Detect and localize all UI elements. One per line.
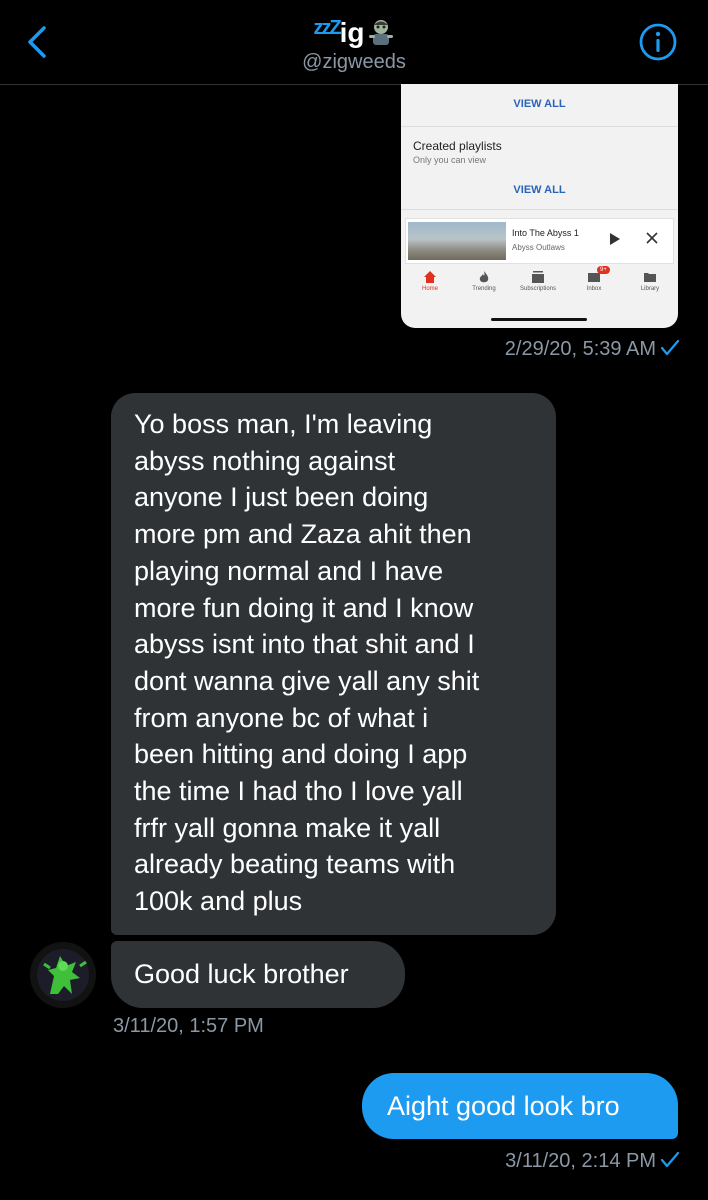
tab-label: Inbox [586,286,602,292]
message-line: dont wanna give yall any shit [134,665,480,696]
mini-player-channel: Abyss Outlaws [512,243,565,252]
message-line: been hitting and doing I app [134,739,468,770]
playlists-title: Created playlists [413,139,502,153]
sent-check-icon [660,1151,680,1168]
message-text: Yo boss man, I'm leaving abyss nothing ag… [134,406,536,920]
tab-home: Home [403,268,457,292]
message-timestamp: 3/11/20, 1:57 PM [113,1015,264,1038]
message-line: playing normal and I have [134,555,444,586]
tab-library: Library [623,268,677,292]
flame-icon [479,271,489,283]
message-line: abyss nothing against [134,445,396,476]
view-all-link: VIEW ALL [513,98,566,110]
message-line: more pm and Zaza ahit then [134,519,472,550]
incoming-message-bubble[interactable]: Good luck brother [111,941,405,1008]
timestamp-text: 2/29/20, 5:39 AM [504,338,656,360]
message-text: Good luck brother [134,959,349,989]
timestamp-text: 3/11/20, 1:57 PM [113,1015,264,1037]
tab-label: Subscriptions [519,286,557,292]
conversation-title[interactable]: zzZig @zigweeds [0,12,708,74]
divider [401,126,678,127]
tab-subscriptions: Subscriptions [511,268,565,292]
play-icon [610,233,620,245]
message-line: more fun doing it and I know [134,592,474,623]
incoming-message-bubble[interactable]: Yo boss man, I'm leaving abyss nothing ag… [111,393,556,935]
close-icon [646,232,658,244]
timestamp-text: 3/11/20, 2:14 PM [505,1150,656,1172]
message-line: the time I had tho I love yall [134,776,463,807]
view-all-link: VIEW ALL [513,184,566,196]
inbox-badge: 9+ [597,266,610,274]
app-tab-bar: Home Trending Subscriptions 9+ Inbox Lib… [401,266,678,302]
message-line: abyss isnt into that shit and I [134,629,475,660]
display-name-text: ig [339,17,365,48]
mini-player: Into The Abyss 1 Abyss Outlaws [405,218,674,264]
tab-trending: Trending [457,268,511,292]
tab-label: Trending [472,286,496,292]
video-thumbnail [408,222,506,260]
tab-label: Home [421,286,438,292]
message-timestamp: 2/29/20, 5:39 AM [505,338,680,361]
sender-avatar[interactable] [30,942,96,1008]
conversation-header: zzZig @zigweeds [0,0,708,85]
divider [401,209,678,210]
home-icon [424,271,436,283]
playlists-subtitle: Only you can view [413,155,487,165]
home-indicator [491,318,587,321]
message-line: already beating teams with [134,849,456,880]
sent-check-icon [660,339,680,356]
screenshot-attachment[interactable]: VIEW ALL Created playlists Only you can … [401,84,678,328]
info-icon[interactable] [638,22,678,62]
mini-player-title: Into The Abyss 1 [512,228,579,238]
zzz-text: zzZ [313,17,341,39]
tab-inbox: 9+ Inbox [567,266,621,292]
tab-label: Library [640,286,660,292]
message-text: Aight good look bro [387,1091,620,1121]
message-line: Yo boss man, I'm leaving [134,409,433,439]
subscriptions-icon [532,271,544,283]
user-handle: @zigweeds [302,51,406,73]
message-timestamp: 3/11/20, 2:14 PM [505,1150,680,1173]
message-line: 100k and plus [134,886,303,917]
message-line: from anyone bc of what i [134,702,429,733]
display-name: zzZig [0,12,708,49]
folder-icon [644,273,656,282]
zombie-emoji-icon [368,20,393,45]
outgoing-message-bubble[interactable]: Aight good look bro [362,1073,678,1139]
message-line: anyone I just been doing [134,482,429,513]
message-line: frfr yall gonna make it yall [134,812,441,843]
avatar-image [30,942,96,1008]
